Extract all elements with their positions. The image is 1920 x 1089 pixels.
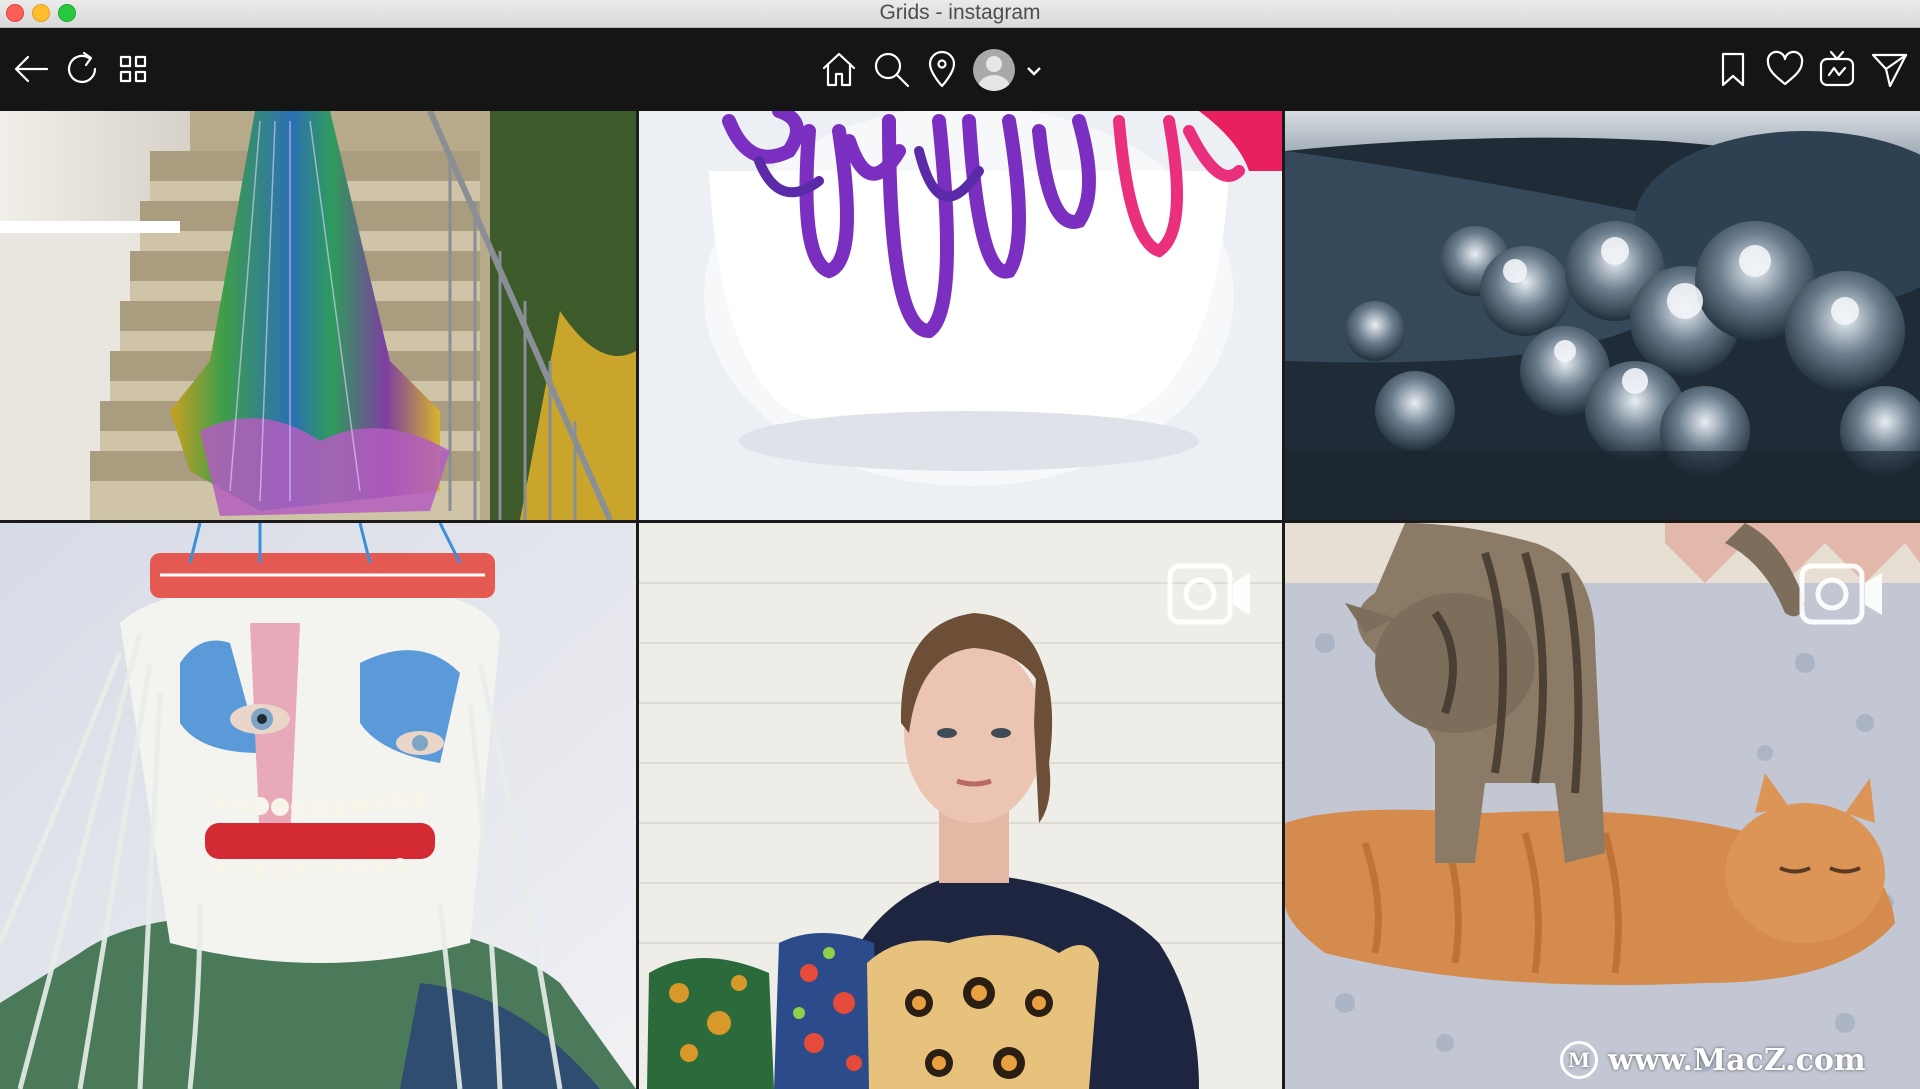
post-tile-1[interactable] bbox=[0, 111, 636, 520]
bookmark-icon[interactable] bbox=[1710, 46, 1756, 92]
app-window: Grids - instagram M www.MacZ.com bbox=[0, 0, 1920, 1089]
search-icon[interactable] bbox=[868, 46, 914, 92]
post-image-beaded-mask bbox=[0, 523, 636, 1089]
avatar-head-shape bbox=[986, 56, 1002, 72]
post-grid bbox=[0, 111, 1920, 1089]
video-camera-icon bbox=[1167, 563, 1253, 625]
location-pin-icon[interactable] bbox=[919, 46, 965, 92]
title-bar: Grids - instagram bbox=[0, 0, 1920, 28]
post-image-tinsel-stairs bbox=[0, 111, 636, 520]
toolbar bbox=[0, 28, 1920, 111]
watermark-text: www.MacZ.com bbox=[1608, 1042, 1866, 1078]
video-camera-icon bbox=[1799, 563, 1885, 625]
avatar-body-shape bbox=[978, 75, 1010, 91]
post-tile-4[interactable] bbox=[0, 523, 636, 1089]
chevron-down-icon[interactable] bbox=[1023, 60, 1045, 82]
send-icon[interactable] bbox=[1866, 46, 1912, 92]
watermark-logo-icon: M bbox=[1560, 1041, 1598, 1079]
post-image-yarn-sculpture bbox=[639, 111, 1282, 520]
igtv-icon[interactable] bbox=[1814, 46, 1860, 92]
home-icon[interactable] bbox=[816, 46, 862, 92]
post-tile-2[interactable] bbox=[639, 111, 1282, 520]
heart-icon[interactable] bbox=[1762, 46, 1808, 92]
back-arrow-icon[interactable] bbox=[8, 46, 54, 92]
post-tile-6[interactable] bbox=[1285, 523, 1920, 1089]
post-tile-3[interactable] bbox=[1285, 111, 1920, 520]
reload-icon[interactable] bbox=[59, 46, 105, 92]
post-tile-5[interactable] bbox=[639, 523, 1282, 1089]
watermark: M www.MacZ.com bbox=[1560, 1040, 1866, 1080]
grid-view-icon[interactable] bbox=[110, 46, 156, 92]
window-title: Grids - instagram bbox=[879, 1, 1041, 24]
avatar[interactable] bbox=[973, 49, 1015, 91]
post-image-clouds bbox=[1285, 111, 1920, 520]
